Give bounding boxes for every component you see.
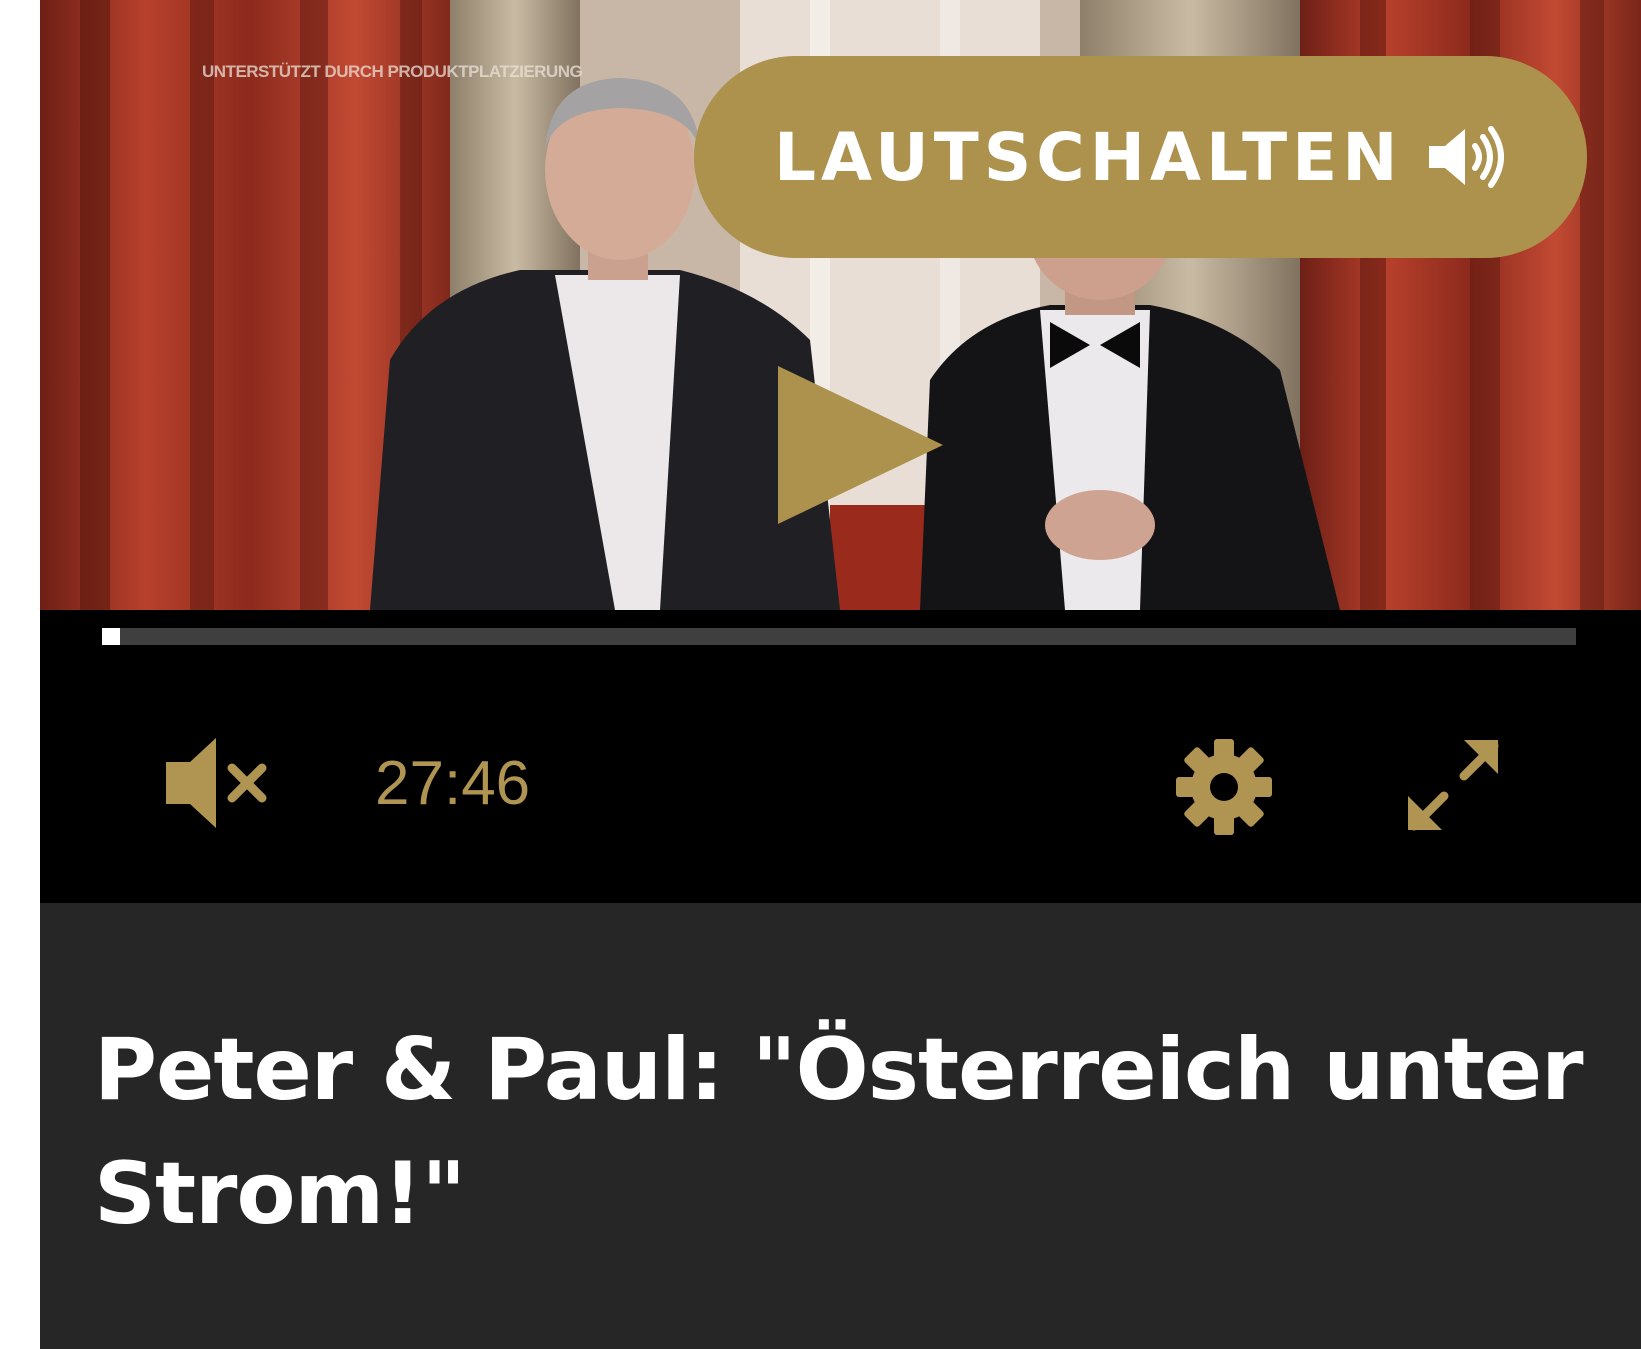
video-caption: Peter & Paul: "Österreich unter Strom!" bbox=[40, 903, 1641, 1349]
video-player: UNTERSTÜTZT DURCH PRODUKTPLATZIERUNG LAU… bbox=[40, 0, 1641, 1349]
fullscreen-expand-icon[interactable] bbox=[1406, 738, 1502, 834]
gear-icon[interactable] bbox=[1174, 737, 1274, 837]
unmute-button-label: LAUTSCHALTEN bbox=[774, 118, 1403, 196]
play-icon[interactable] bbox=[778, 366, 943, 524]
speaker-muted-icon[interactable] bbox=[166, 738, 276, 828]
control-bar: 27:46 bbox=[40, 610, 1641, 903]
progress-bar[interactable] bbox=[102, 628, 1576, 645]
speaker-volume-icon bbox=[1429, 126, 1504, 188]
unmute-button[interactable]: LAUTSCHALTEN bbox=[694, 56, 1587, 258]
time-remaining: 27:46 bbox=[375, 749, 531, 818]
video-frame[interactable]: UNTERSTÜTZT DURCH PRODUKTPLATZIERUNG LAU… bbox=[40, 0, 1641, 610]
progress-bar-fill bbox=[102, 628, 120, 645]
video-title: Peter & Paul: "Österreich unter Strom!" bbox=[94, 1020, 1584, 1244]
product-placement-notice: UNTERSTÜTZT DURCH PRODUKTPLATZIERUNG bbox=[202, 62, 583, 81]
